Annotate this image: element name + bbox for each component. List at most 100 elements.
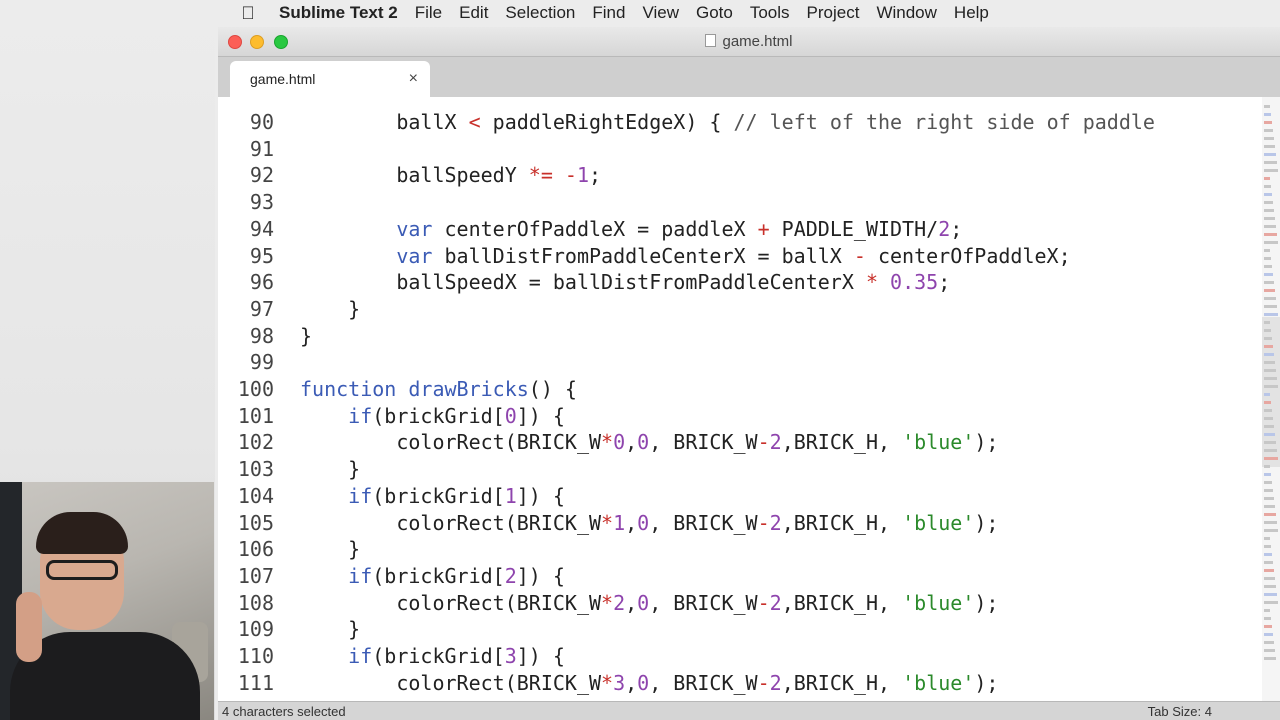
code-line[interactable]: 103 } (218, 456, 1262, 483)
line-number: 96 (249, 270, 274, 295)
tab-bar: game.html × (218, 57, 1280, 97)
code-line[interactable]: 99 (218, 349, 1262, 376)
menu-help[interactable]: Help (954, 3, 989, 23)
code-line[interactable]: 95 var ballDistFromPaddleCenterX = ballX… (218, 243, 1262, 270)
code-token: 2 (769, 430, 782, 455)
menu-find[interactable]: Find (592, 3, 625, 23)
code-token: *= (528, 163, 553, 188)
minimap-line (1264, 209, 1274, 212)
apple-logo-icon[interactable]:  (233, 3, 263, 24)
code-editor[interactable]: 90 ballX < paddleRightEdgeX) { // left o… (218, 97, 1262, 701)
code-line[interactable]: 90 ballX < paddleRightEdgeX) { // left o… (218, 109, 1262, 136)
code-token: ); (974, 670, 999, 695)
code-token: 2 (769, 510, 782, 535)
line-number: 103 (237, 457, 274, 482)
line-number: 104 (237, 483, 274, 508)
tab-close-icon[interactable]: × (409, 70, 418, 88)
code-line[interactable]: 98} (218, 323, 1262, 350)
minimap-line (1264, 297, 1276, 300)
code-token: if (348, 483, 373, 508)
code-line[interactable]: 97 } (218, 296, 1262, 323)
code-token: if (348, 403, 373, 428)
code-line[interactable]: 110 if(brickGrid[3]) { (218, 643, 1262, 670)
minimap-line (1264, 625, 1272, 628)
code-line[interactable]: 108 colorRect(BRICK_W*2,0, BRICK_W-2,BRI… (218, 590, 1262, 617)
code-line[interactable]: 107 if(brickGrid[2]) { (218, 563, 1262, 590)
code-token: } (300, 296, 361, 321)
menu-selection[interactable]: Selection (505, 3, 575, 23)
code-token: 0 (504, 403, 517, 428)
code-text: colorRect(BRICK_W*1,0, BRICK_W-2,BRICK_H… (300, 510, 998, 537)
minimap-line (1264, 497, 1274, 500)
window-title-bar[interactable]: game.html (218, 27, 1280, 57)
code-token: if (348, 563, 373, 588)
code-line[interactable]: 93 (218, 189, 1262, 216)
code-token: ]) { (516, 483, 565, 508)
code-token: ); (974, 430, 999, 455)
code-token: 1 (613, 510, 626, 535)
menu-project[interactable]: Project (807, 3, 860, 23)
minimap-line (1264, 369, 1276, 372)
line-number: 99 (249, 350, 274, 375)
code-line[interactable]: 105 colorRect(BRICK_W*1,0, BRICK_W-2,BRI… (218, 510, 1262, 537)
code-token: - (757, 590, 770, 615)
code-line[interactable]: 104 if(brickGrid[1]) { (218, 483, 1262, 510)
code-token: - (757, 510, 770, 535)
code-line[interactable]: 94 var centerOfPaddleX = paddleX + PADDL… (218, 216, 1262, 243)
minimap-line (1264, 649, 1275, 652)
code-line[interactable]: 111 colorRect(BRICK_W*3,0, BRICK_W-2,BRI… (218, 670, 1262, 697)
code-token: , (625, 590, 638, 615)
minimap-line (1264, 337, 1272, 340)
tab-game-html[interactable]: game.html × (230, 61, 430, 97)
code-text: } (300, 536, 360, 563)
line-number: 101 (237, 403, 274, 428)
minimap-line (1264, 521, 1277, 524)
menu-app-name[interactable]: Sublime Text 2 (279, 3, 398, 23)
line-number: 100 (237, 377, 274, 401)
code-token: 3 (504, 644, 517, 668)
code-token: ballX (300, 110, 469, 134)
code-line[interactable]: 101 if(brickGrid[0]) { (218, 403, 1262, 430)
code-line[interactable]: 91 (218, 136, 1262, 163)
code-line[interactable]: 92 ballSpeedY *= -1; (218, 162, 1262, 189)
menu-tools[interactable]: Tools (750, 3, 790, 23)
tab-size-setting[interactable]: Tab Size: 4 (1148, 704, 1212, 719)
code-token: , (625, 670, 638, 695)
line-number: 91 (249, 136, 274, 161)
code-token: 0 (637, 510, 650, 535)
code-line[interactable]: 100 function drawBricks() { (218, 376, 1262, 403)
code-token: 'blue' (902, 670, 975, 695)
minimap-line (1264, 273, 1273, 276)
minimap-line (1264, 449, 1277, 452)
minimap-line (1264, 241, 1278, 244)
code-line[interactable]: 106 } (218, 536, 1262, 563)
code-token: 2 (613, 590, 626, 615)
minimap-line (1264, 313, 1278, 316)
menu-view[interactable]: View (642, 3, 679, 23)
code-text: if(brickGrid[3]) { (300, 643, 565, 670)
code-line[interactable]: 96 ballSpeedX = ballDistFromPaddleCenter… (218, 269, 1262, 296)
minimap-line (1264, 569, 1274, 572)
minimap-line (1264, 377, 1277, 380)
menu-edit[interactable]: Edit (459, 3, 488, 23)
menu-goto[interactable]: Goto (696, 3, 733, 23)
minimap-line (1264, 361, 1275, 364)
code-text: if(brickGrid[0]) { (300, 403, 565, 430)
minimap-line (1264, 153, 1276, 156)
tab-label: game.html (250, 71, 316, 87)
code-line[interactable]: 109 } (218, 616, 1262, 643)
menu-bar:  Sublime Text 2 File Edit Selection Fin… (215, 0, 1280, 26)
menu-window[interactable]: Window (876, 3, 936, 23)
minimap-line (1264, 601, 1278, 604)
menu-file[interactable]: File (415, 3, 442, 23)
code-token: 1 (576, 163, 590, 188)
code-text: ballSpeedY *= -1; (300, 162, 601, 189)
presenter-hand (16, 592, 42, 662)
code-token: (brickGrid[ (372, 644, 505, 668)
code-token: ; (938, 270, 951, 295)
minimap-line (1264, 417, 1273, 420)
code-line[interactable]: 102 colorRect(BRICK_W*0,0, BRICK_W-2,BRI… (218, 429, 1262, 456)
minimap[interactable] (1262, 97, 1280, 701)
